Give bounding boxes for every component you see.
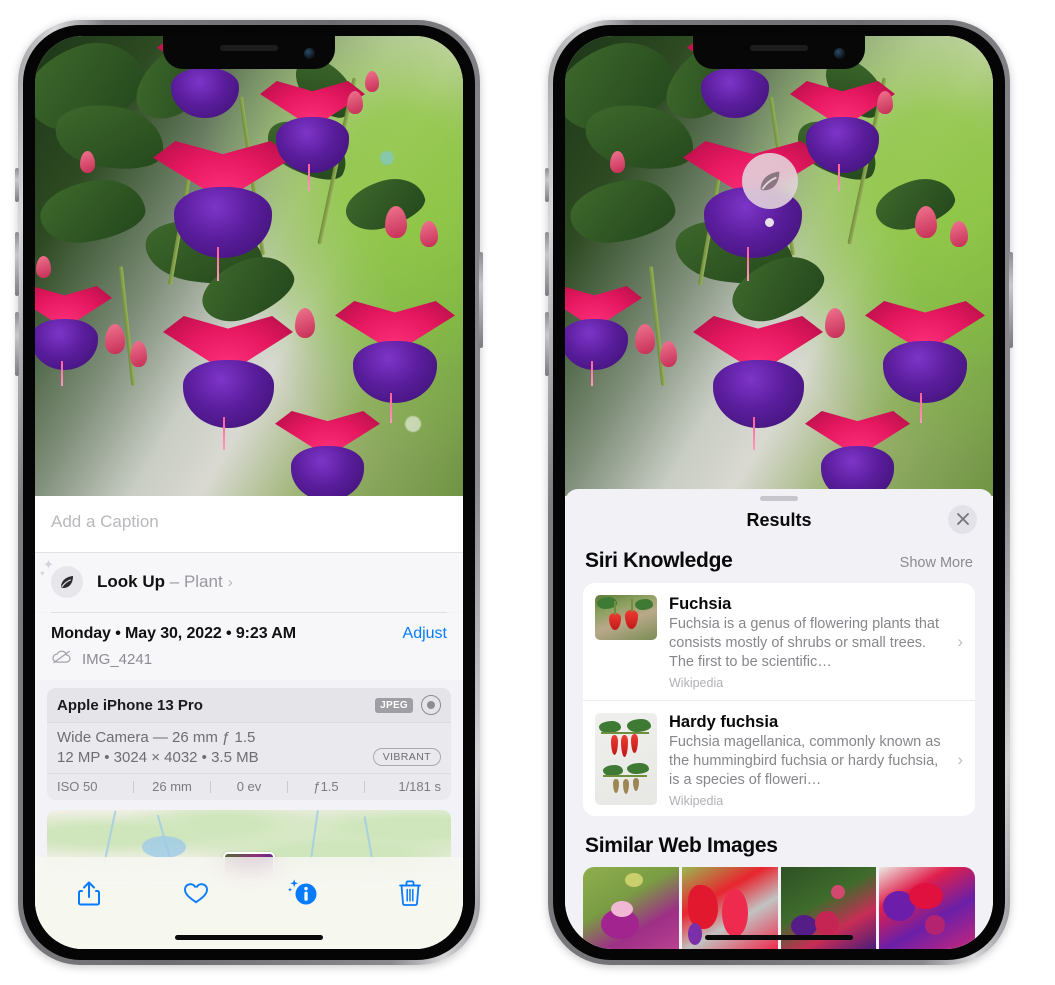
filename: IMG_4241 [82, 651, 153, 668]
power-button[interactable] [479, 252, 483, 348]
siri-knowledge-card: Fuchsia Fuchsia is a genus of flowering … [583, 582, 975, 816]
home-indicator-right[interactable] [705, 935, 853, 940]
volume-down-button[interactable] [15, 312, 19, 376]
visual-lookup-results-sheet: Results Siri Knowledge Show More Fuchsia… [565, 489, 993, 949]
look-up-title: Look Up [97, 572, 165, 591]
photo-info-sheet: Add a Caption ✦ ✦ Look Up – Plant › Mond… [35, 496, 463, 949]
metadata-block: Monday • May 30, 2022 • 9:23 AM Adjust I… [35, 613, 463, 680]
lens-info: Wide Camera — 26 mm ƒ 1.5 [57, 729, 256, 746]
knowledge-description: Fuchsia is a genus of flowering plants t… [669, 615, 940, 670]
cloud-slash-icon [51, 649, 73, 670]
look-up-row[interactable]: ✦ ✦ Look Up – Plant › [35, 553, 463, 612]
info-button[interactable] [277, 873, 329, 913]
knowledge-source: Wikipedia [669, 675, 724, 690]
exif-iso: ISO 50 [57, 779, 98, 794]
similar-web-images-title: Similar Web Images [585, 834, 778, 857]
front-camera-icon [834, 48, 845, 59]
knowledge-thumbnail [595, 712, 657, 805]
chevron-right-icon: › [957, 632, 963, 652]
sparkle-small-icon: ✦ [39, 569, 46, 578]
volume-up-button[interactable] [545, 232, 549, 296]
exif-shutter: 1/181 s [398, 779, 441, 794]
raw-circle-icon[interactable] [421, 695, 441, 715]
favorite-button[interactable] [170, 873, 222, 913]
device-bezel-right: Results Siri Knowledge Show More Fuchsia… [553, 25, 1005, 960]
heart-icon [183, 881, 209, 905]
notch-right [693, 36, 865, 69]
photographic-style-badge: VIBRANT [372, 748, 441, 766]
results-header: Results [565, 501, 993, 545]
exif-focal: 26 mm [152, 779, 192, 794]
format-badge: JPEG [375, 697, 413, 713]
siri-knowledge-header: Siri Knowledge Show More [565, 545, 993, 583]
knowledge-title: Fuchsia [669, 594, 732, 613]
look-up-label: Look Up – Plant [97, 572, 223, 592]
iphone-device-right: Results Siri Knowledge Show More Fuchsia… [545, 20, 1013, 965]
volume-up-button[interactable] [15, 232, 19, 296]
knowledge-item-fuchsia[interactable]: Fuchsia Fuchsia is a genus of flowering … [583, 583, 975, 700]
iphone-device-left: Add a Caption ✦ ✦ Look Up – Plant › Mond… [15, 20, 483, 965]
delete-button[interactable] [384, 873, 436, 913]
leaf-icon: ✦ ✦ [39, 558, 83, 598]
web-image-4[interactable] [879, 867, 975, 949]
photo-viewer-left[interactable] [35, 36, 463, 496]
chevron-right-icon: › [957, 750, 963, 770]
earpiece-speaker [750, 45, 808, 51]
screenshot-root: Add a Caption ✦ ✦ Look Up – Plant › Mond… [0, 0, 1055, 985]
knowledge-title: Hardy fuchsia [669, 712, 779, 731]
trash-icon [398, 880, 421, 906]
chevron-right-icon: › [227, 573, 233, 591]
knowledge-description: Fuchsia magellanica, commonly known as t… [669, 733, 941, 788]
camera-info-card[interactable]: Apple iPhone 13 Pro JPEG Wide Camera — 2… [47, 688, 451, 800]
screen-right: Results Siri Knowledge Show More Fuchsia… [565, 36, 993, 949]
visual-lookup-anchor-dot [765, 218, 774, 227]
camera-device-name: Apple iPhone 13 Pro [57, 696, 203, 714]
capture-date: Monday • May 30, 2022 • 9:23 AM [51, 625, 296, 642]
power-button[interactable] [1009, 252, 1013, 348]
web-image-1[interactable] [583, 867, 679, 949]
mute-switch[interactable] [545, 168, 549, 202]
front-camera-icon [304, 48, 315, 59]
exif-ev: 0 ev [236, 779, 262, 794]
show-more-button[interactable]: Show More [900, 555, 973, 571]
close-icon [956, 513, 969, 526]
share-icon [77, 880, 100, 907]
exif-row: ISO 50 26 mm 0 ev ƒ1.5 1/181 s [47, 773, 451, 800]
share-button[interactable] [63, 873, 115, 913]
info-sparkle-icon [287, 878, 319, 908]
similar-web-images-header: Similar Web Images [565, 816, 993, 867]
image-specs: 12 MP • 3024 × 4032 • 3.5 MB [57, 748, 259, 766]
exif-aperture: ƒ1.5 [313, 779, 339, 794]
home-indicator-left[interactable] [175, 935, 323, 940]
siri-knowledge-title: Siri Knowledge [585, 548, 733, 572]
screen-left: Add a Caption ✦ ✦ Look Up – Plant › Mond… [35, 36, 463, 949]
caption-input[interactable]: Add a Caption [35, 496, 463, 553]
mute-switch[interactable] [15, 168, 19, 202]
adjust-button[interactable]: Adjust [403, 625, 447, 643]
knowledge-thumbnail [595, 594, 657, 640]
look-up-subject: Plant [183, 572, 223, 591]
photo-viewer-right[interactable] [565, 36, 993, 496]
visual-lookup-badge[interactable] [742, 153, 798, 209]
notch-left [163, 36, 335, 69]
close-button[interactable] [948, 504, 977, 534]
knowledge-source: Wikipedia [669, 793, 724, 808]
device-bezel-left: Add a Caption ✦ ✦ Look Up – Plant › Mond… [23, 25, 475, 960]
knowledge-item-hardy-fuchsia[interactable]: Hardy fuchsia Fuchsia magellanica, commo… [583, 699, 975, 816]
earpiece-speaker [220, 45, 278, 51]
volume-down-button[interactable] [545, 312, 549, 376]
look-up-dash: – [169, 572, 180, 591]
results-title: Results [746, 509, 812, 530]
